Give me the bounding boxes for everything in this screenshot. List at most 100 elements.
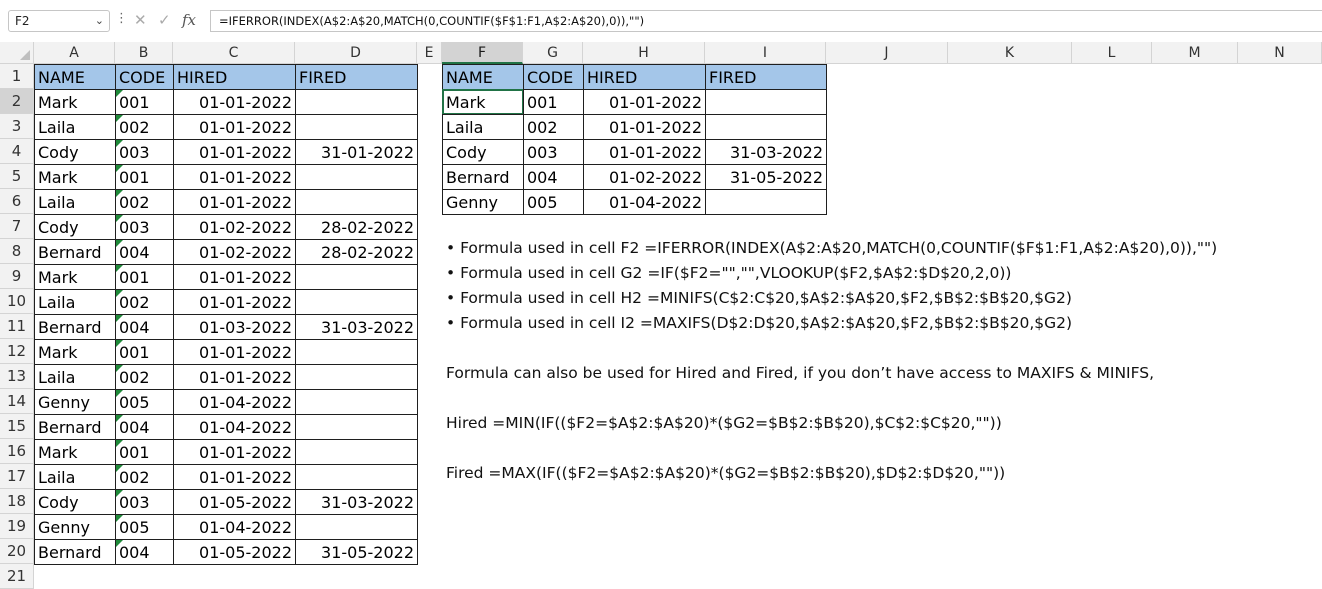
table2-cell-name[interactable]: Laila <box>442 114 524 140</box>
table1-cell-name[interactable]: Cody <box>34 489 116 515</box>
table1-cell-hired[interactable]: 01-01-2022 <box>173 114 296 140</box>
table2-cell-fired[interactable]: 31-05-2022 <box>705 164 827 190</box>
table1-cell-name[interactable]: Bernard <box>34 239 116 265</box>
table1-cell-code[interactable]: 001 <box>115 89 174 115</box>
row-header-15[interactable]: 15 <box>0 414 34 439</box>
table1-cell-name[interactable]: Laila <box>34 189 116 215</box>
row-header-20[interactable]: 20 <box>0 539 34 564</box>
table1-cell-code[interactable]: 003 <box>115 139 174 165</box>
table2-cell-code[interactable]: 001 <box>523 89 584 115</box>
row-header-8[interactable]: 8 <box>0 239 34 264</box>
table1-cell-fired[interactable] <box>295 364 418 390</box>
table1-cell-code[interactable]: 005 <box>115 389 174 415</box>
table1-cell-fired[interactable]: 31-01-2022 <box>295 139 418 165</box>
table1-cell-fired[interactable] <box>295 264 418 290</box>
column-header-d[interactable]: D <box>295 42 417 64</box>
table1-cell-fired[interactable] <box>295 89 418 115</box>
table2-cell-fired[interactable]: 31-03-2022 <box>705 139 827 165</box>
table1-cell-hired[interactable]: 01-01-2022 <box>173 139 296 165</box>
table1-cell-fired[interactable]: 28-02-2022 <box>295 214 418 240</box>
table1-cell-hired[interactable]: 01-05-2022 <box>173 539 296 565</box>
table1-cell-name[interactable]: Bernard <box>34 414 116 440</box>
table2-cell-fired[interactable] <box>705 189 827 215</box>
table1-cell-fired[interactable] <box>295 164 418 190</box>
row-header-16[interactable]: 16 <box>0 439 34 464</box>
row-header-5[interactable]: 5 <box>0 164 34 189</box>
table1-cell-code[interactable]: 002 <box>115 189 174 215</box>
column-header-m[interactable]: M <box>1152 42 1238 64</box>
table1-cell-hired[interactable]: 01-01-2022 <box>173 439 296 465</box>
table1-cell-name[interactable]: Genny <box>34 389 116 415</box>
column-header-c[interactable]: C <box>173 42 295 64</box>
row-header-6[interactable]: 6 <box>0 189 34 214</box>
select-all-button[interactable] <box>0 42 34 64</box>
table1-cell-hired[interactable]: 01-04-2022 <box>173 414 296 440</box>
table1-cell-name[interactable]: Mark <box>34 264 116 290</box>
table1-cell-fired[interactable] <box>295 414 418 440</box>
table1-cell-code[interactable]: 002 <box>115 464 174 490</box>
name-box[interactable]: F2 ⌄ <box>8 10 110 32</box>
table1-cell-fired[interactable] <box>295 339 418 365</box>
table1-cell-code[interactable]: 005 <box>115 514 174 540</box>
table1-cell-code[interactable]: 004 <box>115 314 174 340</box>
row-header-12[interactable]: 12 <box>0 339 34 364</box>
table1-cell-hired[interactable]: 01-01-2022 <box>173 364 296 390</box>
row-header-17[interactable]: 17 <box>0 464 34 489</box>
table2-header-name[interactable]: NAME <box>442 64 524 90</box>
table2-cell-code[interactable]: 004 <box>523 164 584 190</box>
table2-cell-name[interactable]: Bernard <box>442 164 524 190</box>
chevron-down-icon[interactable]: ⌄ <box>95 11 104 31</box>
column-header-f[interactable]: F <box>442 42 523 64</box>
table1-cell-name[interactable]: Laila <box>34 364 116 390</box>
column-header-h[interactable]: H <box>583 42 705 64</box>
column-header-b[interactable]: B <box>115 42 173 64</box>
table1-cell-fired[interactable] <box>295 289 418 315</box>
table1-cell-fired[interactable] <box>295 514 418 540</box>
table1-cell-name[interactable]: Genny <box>34 514 116 540</box>
table1-cell-name[interactable]: Mark <box>34 164 116 190</box>
row-header-19[interactable]: 19 <box>0 514 34 539</box>
column-header-a[interactable]: A <box>34 42 115 64</box>
table1-cell-hired[interactable]: 01-01-2022 <box>173 289 296 315</box>
table1-cell-code[interactable]: 002 <box>115 114 174 140</box>
column-header-e[interactable]: E <box>417 42 442 64</box>
table1-cell-name[interactable]: Cody <box>34 139 116 165</box>
table2-cell-hired[interactable]: 01-01-2022 <box>583 139 706 165</box>
cancel-icon[interactable]: ✕ <box>134 11 147 29</box>
table2-cell-hired[interactable]: 01-01-2022 <box>583 89 706 115</box>
table1-cell-code[interactable]: 002 <box>115 364 174 390</box>
table1-cell-hired[interactable]: 01-05-2022 <box>173 489 296 515</box>
table1-cell-hired[interactable]: 01-01-2022 <box>173 339 296 365</box>
table1-cell-name[interactable]: Laila <box>34 464 116 490</box>
table1-cell-code[interactable]: 001 <box>115 164 174 190</box>
table1-cell-hired[interactable]: 01-04-2022 <box>173 514 296 540</box>
table1-cell-fired[interactable] <box>295 189 418 215</box>
column-header-j[interactable]: J <box>826 42 948 64</box>
table1-cell-fired[interactable] <box>295 464 418 490</box>
table1-cell-name[interactable]: Mark <box>34 89 116 115</box>
column-header-n[interactable]: N <box>1238 42 1322 64</box>
table2-cell-code[interactable]: 002 <box>523 114 584 140</box>
table1-cell-code[interactable]: 004 <box>115 239 174 265</box>
row-header-14[interactable]: 14 <box>0 389 34 414</box>
table1-cell-hired[interactable]: 01-01-2022 <box>173 89 296 115</box>
column-header-i[interactable]: I <box>705 42 826 64</box>
table1-cell-code[interactable]: 003 <box>115 489 174 515</box>
table1-cell-hired[interactable]: 01-02-2022 <box>173 239 296 265</box>
row-header-18[interactable]: 18 <box>0 489 34 514</box>
table1-cell-hired[interactable]: 01-01-2022 <box>173 264 296 290</box>
table1-cell-code[interactable]: 004 <box>115 414 174 440</box>
row-header-13[interactable]: 13 <box>0 364 34 389</box>
column-header-g[interactable]: G <box>523 42 583 64</box>
table1-header-code[interactable]: CODE <box>115 64 174 90</box>
table2-header-code[interactable]: CODE <box>523 64 584 90</box>
row-header-1[interactable]: 1 <box>0 64 34 89</box>
row-header-10[interactable]: 10 <box>0 289 34 314</box>
enter-icon[interactable]: ✓ <box>158 11 171 29</box>
table1-cell-fired[interactable]: 31-05-2022 <box>295 539 418 565</box>
row-header-2[interactable]: 2 <box>0 89 34 114</box>
table1-cell-fired[interactable] <box>295 389 418 415</box>
table2-cell-hired[interactable]: 01-01-2022 <box>583 114 706 140</box>
table1-header-hired[interactable]: HIRED <box>173 64 296 90</box>
column-header-l[interactable]: L <box>1072 42 1152 64</box>
